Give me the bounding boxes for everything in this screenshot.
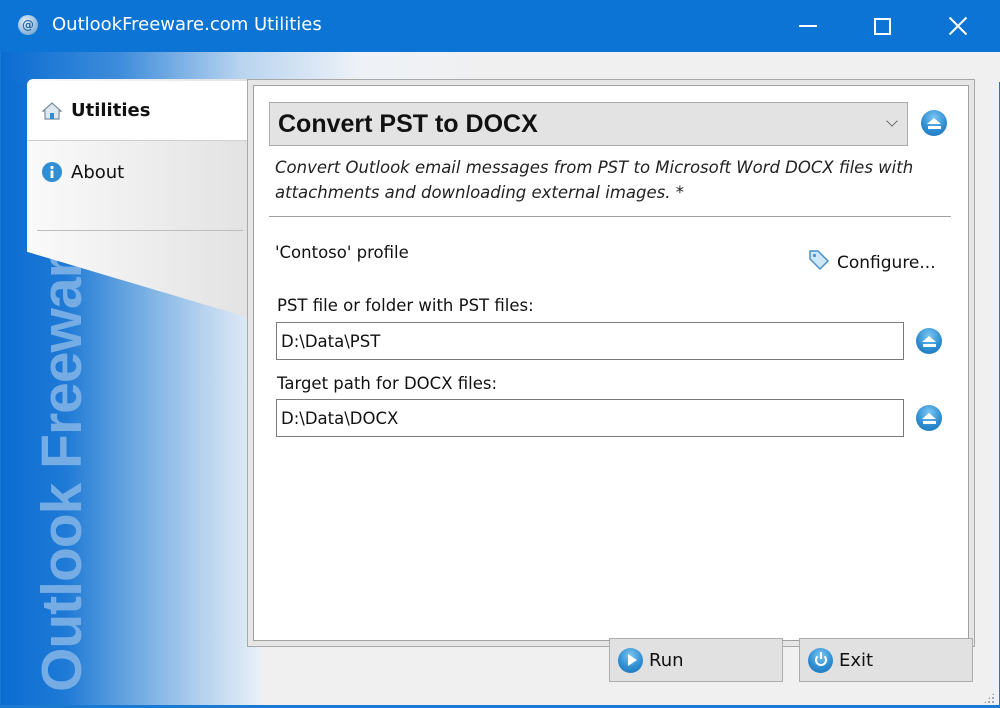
sidebar-nav: Utilities About: [27, 79, 253, 319]
run-label: Run: [649, 649, 684, 671]
app-logo-icon: @: [18, 15, 38, 35]
play-icon: [618, 647, 643, 673]
maximize-icon: [873, 17, 891, 35]
maximize-button[interactable]: [844, 0, 920, 52]
power-icon: [808, 647, 833, 673]
eject-icon-bar: [927, 125, 941, 129]
close-icon: [948, 16, 968, 36]
brand-top-gradient: [1, 52, 1000, 82]
configure-button[interactable]: Configure...: [807, 248, 936, 277]
sidebar-divider: [37, 230, 243, 231]
eject-icon: [927, 117, 941, 124]
utility-eject-button[interactable]: [921, 110, 947, 136]
eject-icon-bar: [922, 343, 936, 347]
exit-button[interactable]: Exit: [799, 638, 973, 682]
power-glyph: [814, 652, 827, 666]
configure-label: Configure...: [837, 252, 936, 273]
exit-label: Exit: [839, 649, 874, 671]
pst-source-input[interactable]: [276, 322, 904, 360]
sidebar-item-label: About: [71, 161, 125, 183]
utility-select[interactable]: Convert PST to DOCX: [269, 102, 908, 146]
minimize-icon: [799, 25, 817, 27]
pst-source-browse-button[interactable]: [916, 328, 942, 354]
divider: [269, 216, 951, 217]
eject-icon: [922, 335, 936, 342]
profile-label: 'Contoso' profile: [275, 243, 409, 262]
home-icon: [41, 100, 63, 122]
window-client: Outlook Freeware .com Utilities About Co…: [0, 52, 1000, 706]
sidebar-item-label: Utilities: [71, 100, 151, 121]
target-path-input[interactable]: [276, 399, 904, 437]
utility-select-value: Convert PST to DOCX: [278, 109, 538, 138]
target-path-browse-button[interactable]: [916, 405, 942, 431]
info-icon: [41, 161, 63, 183]
eject-icon-bar: [922, 420, 936, 424]
sidebar-item-about[interactable]: About: [27, 142, 253, 202]
sidebar-item-utilities[interactable]: Utilities: [27, 81, 253, 141]
pst-source-label: PST file or folder with PST files:: [277, 296, 534, 315]
target-path-label: Target path for DOCX files:: [277, 374, 498, 393]
utility-panel: Convert PST to DOCX Convert Outlook emai…: [253, 85, 969, 641]
utility-panel-frame: Convert PST to DOCX Convert Outlook emai…: [247, 79, 975, 647]
eject-icon: [922, 412, 936, 419]
title-bar: @ OutlookFreeware.com Utilities: [0, 0, 1000, 52]
window-title: OutlookFreeware.com Utilities: [52, 14, 322, 35]
run-button[interactable]: Run: [609, 638, 783, 682]
tag-icon: [807, 248, 831, 277]
minimize-button[interactable]: [770, 0, 846, 52]
resize-grip[interactable]: [983, 692, 995, 704]
play-glyph: [627, 654, 637, 666]
utility-description: Convert Outlook email messages from PST …: [275, 158, 914, 202]
close-button[interactable]: [920, 0, 996, 52]
chevron-down-icon: [886, 115, 898, 127]
